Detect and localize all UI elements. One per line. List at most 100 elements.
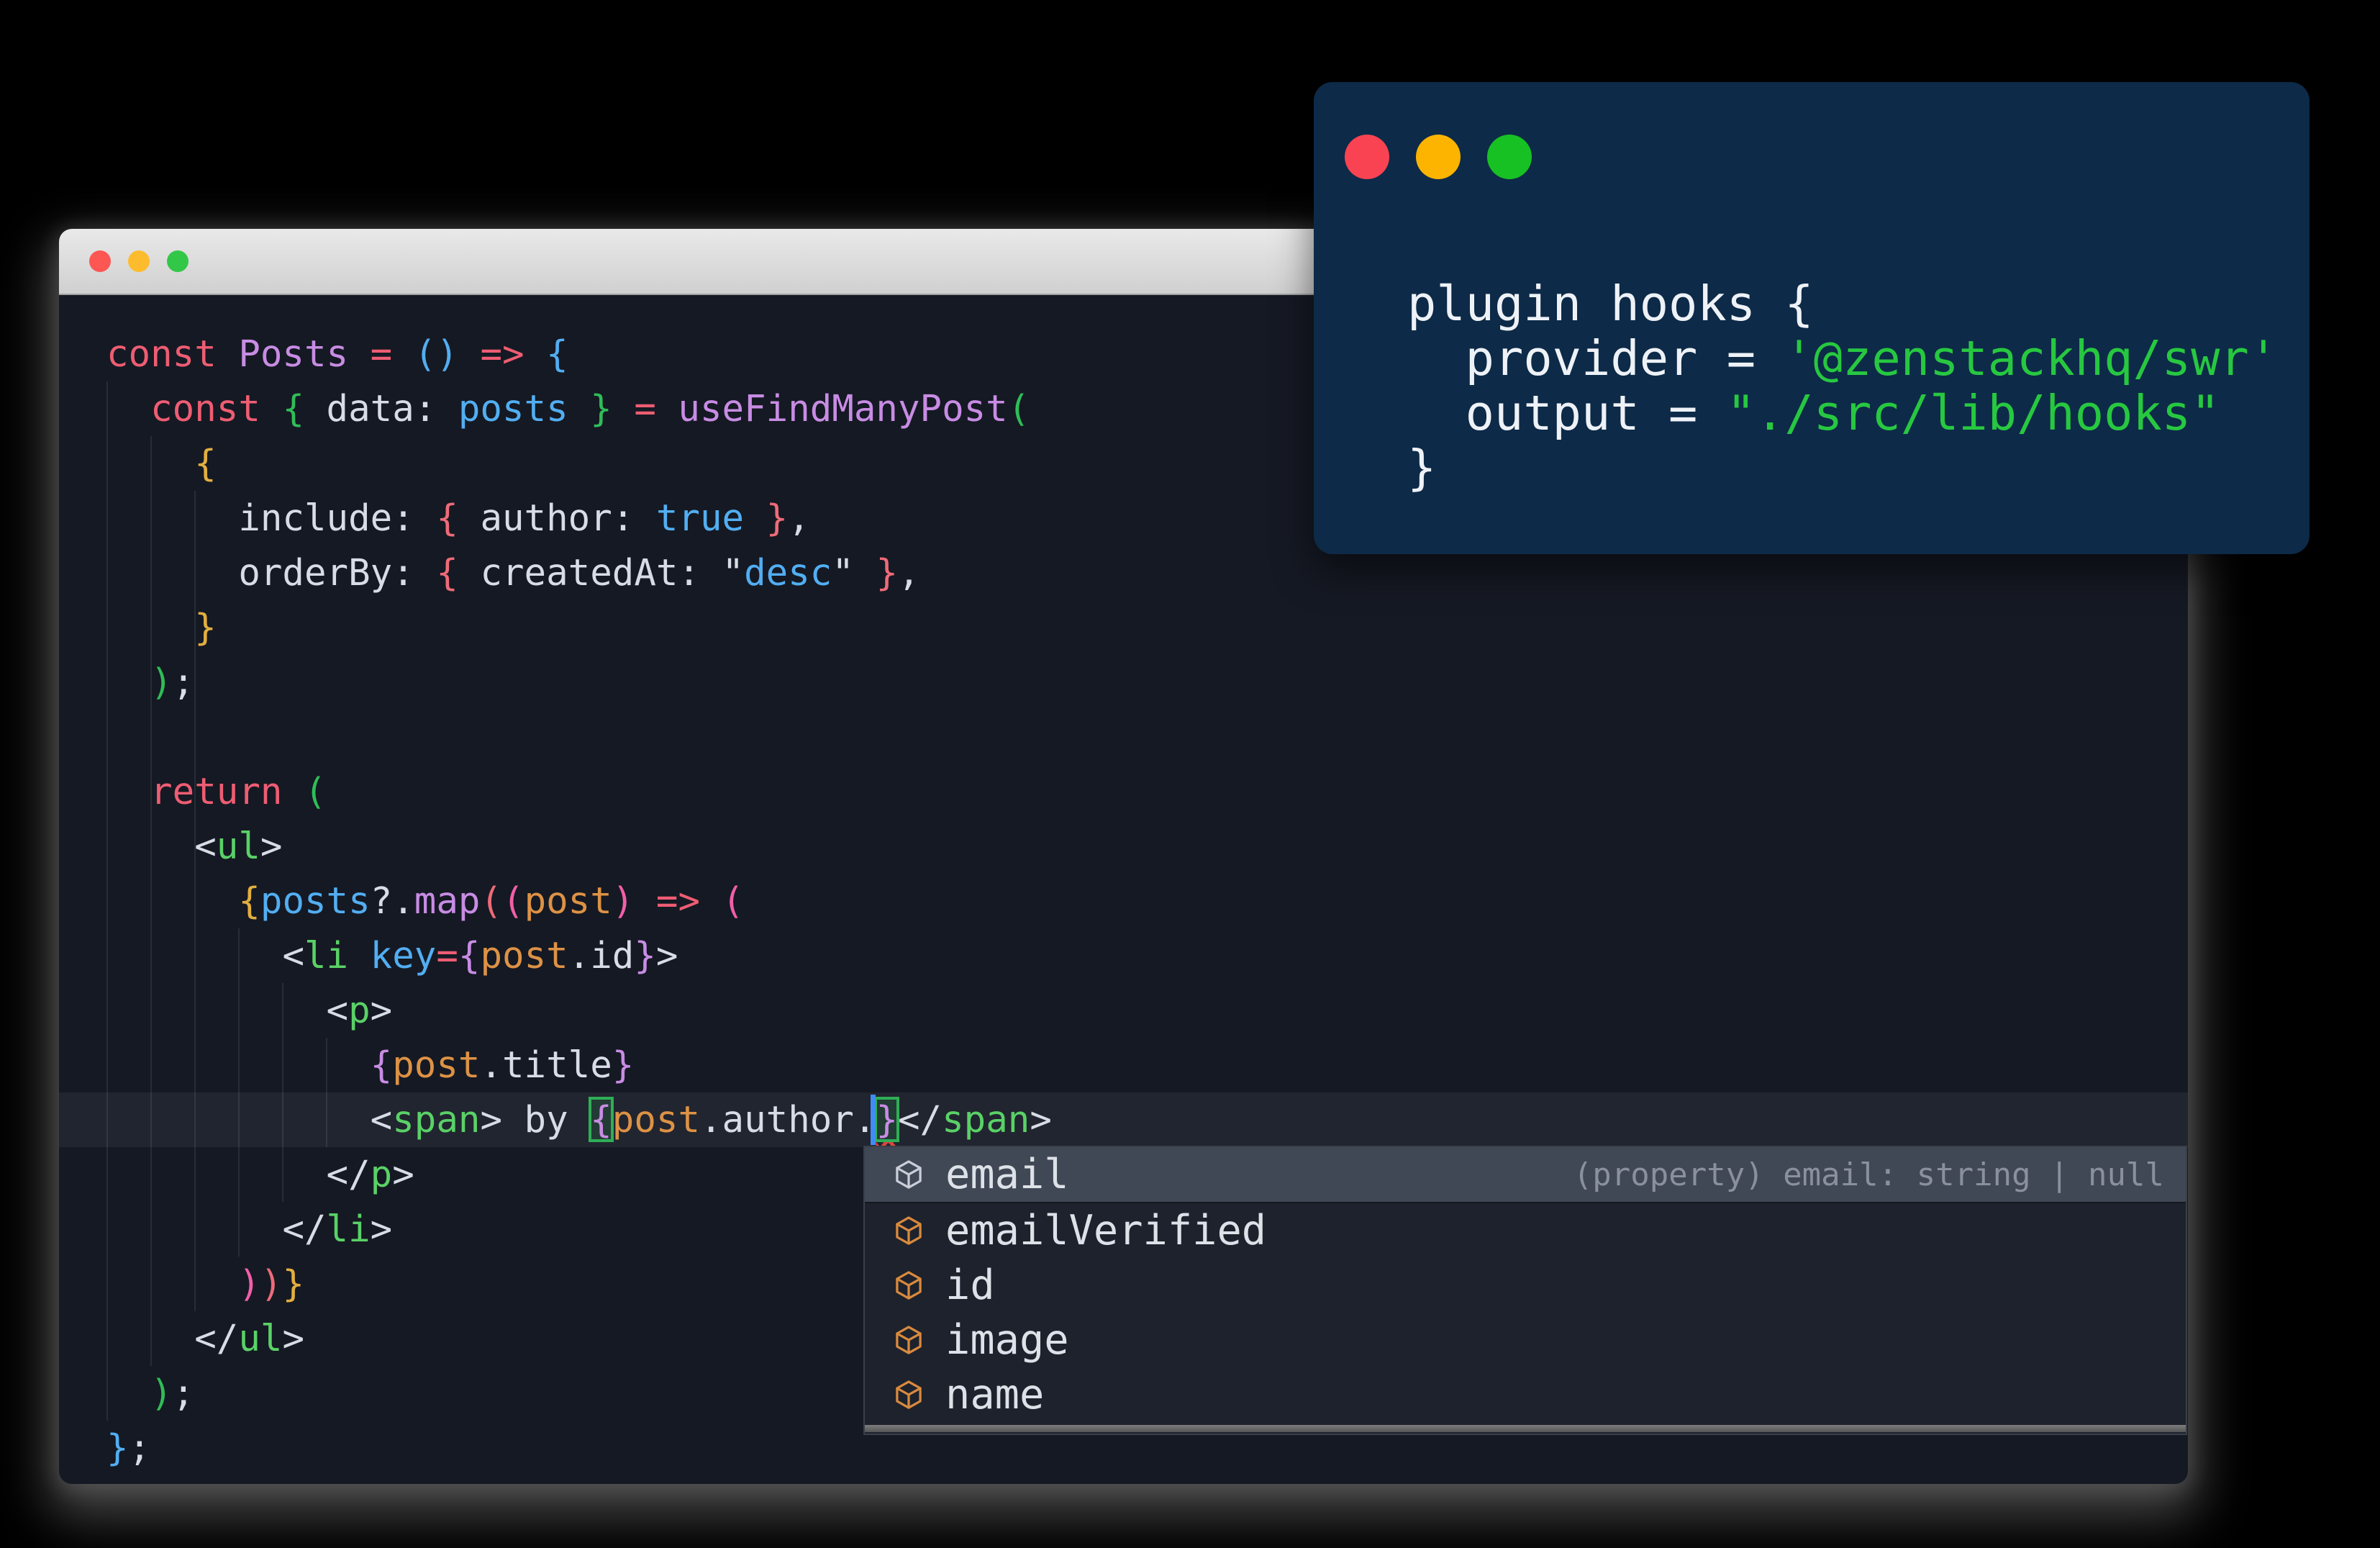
- suggest-item-id[interactable]: id: [865, 1258, 2186, 1313]
- code-token: >: [282, 1317, 304, 1359]
- code-token: {: [546, 332, 568, 375]
- code-token: by: [524, 1098, 591, 1141]
- code-token: (): [414, 332, 458, 375]
- code-token: const: [106, 332, 239, 375]
- code-token: =: [634, 387, 678, 430]
- code-token: {: [282, 387, 327, 430]
- code-token: =: [436, 934, 458, 977]
- code-token: >: [370, 989, 393, 1031]
- field-symbol-icon: [892, 1158, 925, 1191]
- suggest-item-email[interactable]: email (property) email: string | null: [865, 1147, 2186, 1203]
- suggest-item-image[interactable]: image: [865, 1313, 2186, 1367]
- code-token: li: [326, 1208, 371, 1250]
- code-token: <: [326, 989, 349, 1031]
- code-token: }: [634, 934, 656, 977]
- code-token: }: [282, 1262, 305, 1305]
- suggest-item-emailVerified[interactable]: emailVerified: [865, 1203, 2186, 1258]
- code-token: }: [612, 1044, 635, 1086]
- traffic-light-minimize-button[interactable]: [128, 250, 150, 272]
- suggest-label: image: [945, 1316, 1069, 1364]
- code-token: {: [436, 551, 481, 594]
- code-token: </: [898, 1098, 943, 1141]
- traffic-light-minimize-button[interactable]: [1416, 135, 1461, 179]
- code-token: post: [392, 1044, 481, 1086]
- code-token: return: [150, 770, 304, 813]
- code-line: <li key={post.id}>: [59, 928, 2188, 983]
- code-token: Posts: [238, 332, 371, 375]
- code-token: ;: [128, 1426, 151, 1469]
- code-token: '@zenstackhq/swr': [1784, 330, 2279, 386]
- code-token: ,: [788, 497, 810, 539]
- code-token: </: [326, 1153, 371, 1195]
- code-token: ): [238, 1262, 260, 1305]
- code-token: map: [414, 879, 481, 922]
- code-token: ): [260, 1262, 283, 1305]
- code-token: p: [370, 1153, 393, 1195]
- code-token: createdAt:: [480, 551, 722, 594]
- code-line: <p>: [59, 983, 2188, 1038]
- suggest-detail: (property) email: string | null: [1573, 1156, 2164, 1193]
- code-token: >: [1030, 1098, 1052, 1141]
- text-cursor: [871, 1095, 876, 1145]
- code-token: post: [480, 934, 568, 977]
- suggest-item-name[interactable]: name: [865, 1367, 2186, 1422]
- code-token: ?.: [370, 879, 414, 922]
- code-token: >: [480, 1098, 524, 1141]
- field-symbol-icon: [892, 1323, 925, 1357]
- code-token: post: [612, 1098, 700, 1141]
- code-token: true: [655, 497, 745, 539]
- code-line: {post.title}: [59, 1038, 2188, 1092]
- code-token: .: [568, 934, 591, 977]
- code-line: <ul>: [59, 819, 2188, 874]
- suggest-label: emailVerified: [945, 1207, 1267, 1254]
- code-token: .title: [480, 1044, 612, 1086]
- code-token: }: [744, 497, 789, 539]
- code-token: =: [370, 332, 414, 375]
- overlay-code-lines: plugin hooks { provider = '@zenstackhq/s…: [1360, 271, 2279, 496]
- code-token: }: [853, 551, 898, 594]
- desktop-background: const Posts = () => { const { data: post…: [0, 0, 2380, 1548]
- code-token: "./src/lib/hooks": [1726, 385, 2220, 441]
- code-token: }: [1407, 440, 1437, 496]
- code-token: const: [150, 387, 283, 430]
- code-token: }: [106, 1426, 129, 1469]
- code-token: ): [612, 879, 635, 922]
- traffic-light-zoom-button[interactable]: [167, 250, 189, 272]
- code-token: id: [590, 934, 635, 977]
- traffic-light-close-button[interactable]: [89, 250, 111, 272]
- code-token: >: [392, 1153, 414, 1195]
- code-token: =>: [480, 332, 547, 375]
- code-token: p: [348, 989, 371, 1031]
- traffic-light-close-button[interactable]: [1345, 135, 1389, 179]
- code-token: {: [238, 879, 260, 922]
- suggest-scrollbar[interactable]: [865, 1425, 2186, 1432]
- code-token: orderBy:: [238, 551, 437, 594]
- code-token: posts: [260, 879, 371, 922]
- code-token: output =: [1407, 385, 1727, 441]
- code-token: {: [589, 1097, 614, 1142]
- code-token: post: [524, 879, 612, 922]
- code-token: ): [150, 1372, 173, 1414]
- code-token: posts: [458, 387, 591, 430]
- code-line: output = "./src/lib/hooks": [1360, 380, 2278, 441]
- code-line: );: [59, 655, 2188, 710]
- code-line: }: [59, 600, 2188, 655]
- code-token: =>: [655, 879, 722, 922]
- code-token: span: [392, 1098, 481, 1141]
- suggest-label: email: [945, 1151, 1069, 1198]
- traffic-light-zoom-button[interactable]: [1487, 135, 1532, 179]
- code-token: li: [304, 934, 349, 977]
- code-line: return (: [59, 764, 2188, 819]
